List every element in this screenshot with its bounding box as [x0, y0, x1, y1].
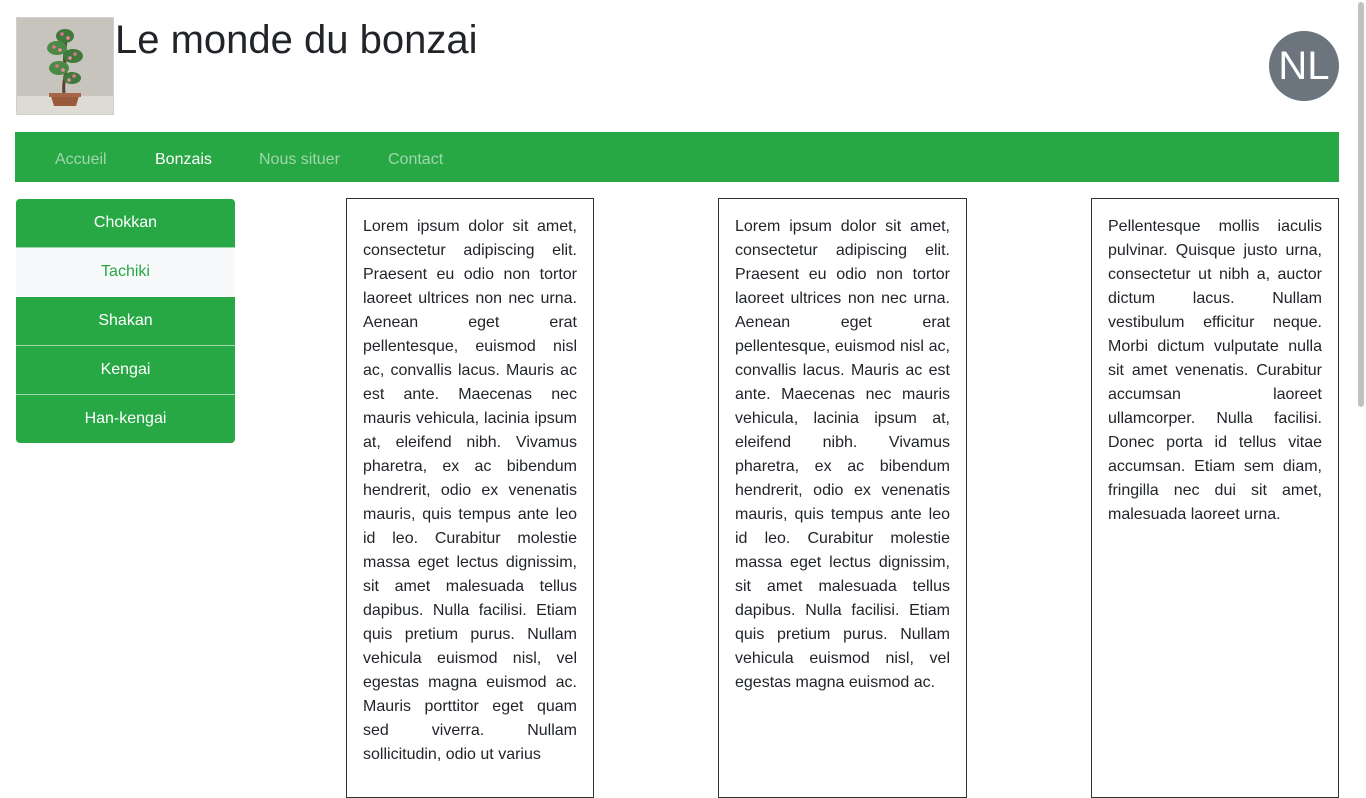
column-2-text: Lorem ipsum dolor sit amet, consectetur … — [735, 218, 950, 691]
page-scrollbar[interactable] — [1356, 0, 1366, 768]
site-logo — [16, 17, 114, 115]
scrollbar-thumb[interactable] — [1358, 2, 1364, 407]
main-navbar: Accueil Bonzais Nous situer Contact — [15, 132, 1339, 182]
sidebar-item-han-kengai[interactable]: Han-kengai — [16, 395, 235, 443]
bonsai-logo-image — [17, 18, 113, 114]
column-3-text: Pellentesque mollis iaculis pulvinar. Qu… — [1108, 218, 1322, 523]
nav-item-bonzais[interactable]: Bonzais — [155, 132, 212, 182]
content-column-1: Lorem ipsum dolor sit amet, consectetur … — [346, 198, 594, 798]
nav-item-contact[interactable]: Contact — [388, 132, 443, 182]
sidebar-item-tachiki[interactable]: Tachiki — [16, 248, 235, 297]
sidebar-item-chokkan[interactable]: Chokkan — [16, 199, 235, 248]
nav-item-accueil[interactable]: Accueil — [55, 132, 107, 182]
content-column-3: Pellentesque mollis iaculis pulvinar. Qu… — [1091, 198, 1339, 798]
site-title: Le monde du bonzai — [115, 18, 478, 62]
content-column-2: Lorem ipsum dolor sit amet, consectetur … — [718, 198, 967, 798]
sidebar-item-kengai[interactable]: Kengai — [16, 346, 235, 395]
sidebar-item-shakan[interactable]: Shakan — [16, 297, 235, 346]
nav-item-nous-situer[interactable]: Nous situer — [259, 132, 340, 182]
column-1-text: Lorem ipsum dolor sit amet, consectetur … — [363, 218, 577, 763]
user-avatar[interactable]: NL — [1269, 31, 1339, 101]
sidebar-menu: Chokkan Tachiki Shakan Kengai Han-kengai — [16, 199, 235, 443]
